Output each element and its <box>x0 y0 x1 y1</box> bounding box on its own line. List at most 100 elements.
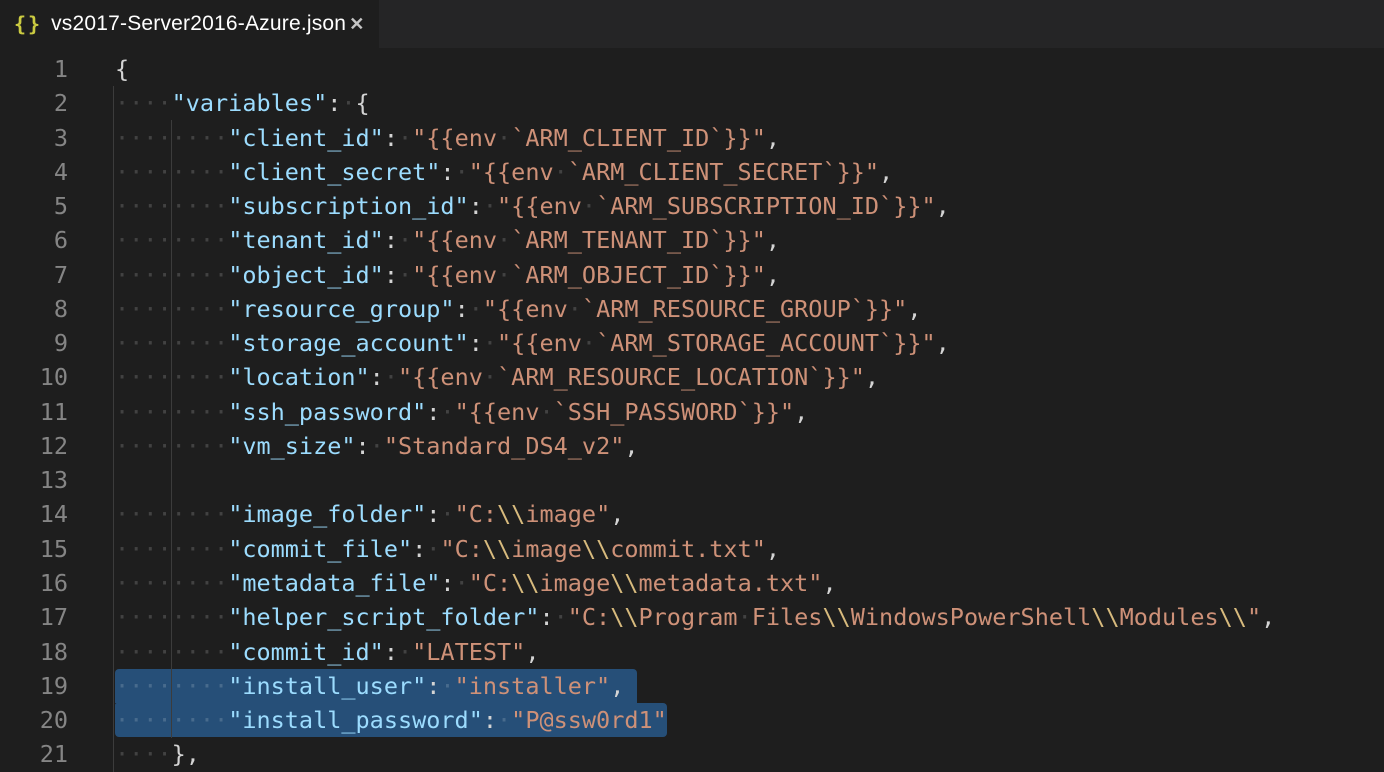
line-number[interactable]: 20 <box>0 703 68 737</box>
whitespace-dots: · <box>426 535 440 563</box>
line-number[interactable]: 18 <box>0 635 68 669</box>
line-number[interactable]: 2 <box>0 86 68 120</box>
whitespace-dots: · <box>341 89 355 117</box>
json-string: "C: <box>455 500 497 528</box>
code-line-4[interactable]: 4 ········"client_secret":·"{{env·`ARM_CL… <box>0 155 1384 189</box>
whitespace-dots: · <box>440 672 454 700</box>
json-string: "C: <box>568 603 610 631</box>
code-text: ········"resource_group":·"{{env·`ARM_RE… <box>115 292 922 326</box>
code-line-9[interactable]: 9········"storage_account":·"{{env·`ARM_… <box>0 326 1384 360</box>
punctuation: , <box>907 295 921 323</box>
line-number[interactable]: 10 <box>0 360 68 394</box>
escape-sequence: \\ <box>497 500 525 528</box>
code-line-20[interactable]: 20 ········"install_password":·"P@ssw0rd1… <box>0 703 1384 737</box>
code-text: { <box>115 52 129 86</box>
code-line-6[interactable]: 6········"tenant_id":·"{{env·`ARM_TENANT… <box>0 223 1384 257</box>
punctuation: : <box>412 535 426 563</box>
json-string: image <box>539 569 610 597</box>
punctuation: : <box>327 89 341 117</box>
whitespace-dots: ········ <box>115 672 228 700</box>
escape-sequence: \\ <box>511 569 539 597</box>
json-key: "metadata_file" <box>228 569 440 597</box>
line-number[interactable]: 3 <box>0 121 68 155</box>
whitespace-dots: · <box>455 569 469 597</box>
code-line-8[interactable]: 8········"resource_group":·"{{env·`ARM_R… <box>0 292 1384 326</box>
line-number[interactable]: 7 <box>0 258 68 292</box>
code-line-11[interactable]: 11········"ssh_password":·"{{env·`SSH_PA… <box>0 395 1384 429</box>
whitespace-dots: · <box>497 706 511 734</box>
json-string: Files <box>752 603 823 631</box>
code-line-21[interactable]: 21····}, <box>0 737 1384 771</box>
whitespace-dots: · <box>582 329 596 357</box>
line-number[interactable]: 9 <box>0 326 68 360</box>
code-text: ········"metadata_file":·"C:\\image\\met… <box>115 566 837 600</box>
json-string: "C: <box>440 535 482 563</box>
code-line-10[interactable]: 10········"location":·"{{env·`ARM_RESOUR… <box>0 360 1384 394</box>
code-line-17[interactable]: 17········"helper_script_folder":·"C:\\P… <box>0 600 1384 634</box>
json-string: "{{env <box>469 158 554 186</box>
code-line-14[interactable]: 14········"image_folder":·"C:\\image", <box>0 497 1384 531</box>
line-number[interactable]: 17 <box>0 600 68 634</box>
code-line-18[interactable]: 18········"commit_id":·"LATEST", <box>0 635 1384 669</box>
json-string: " <box>1247 603 1261 631</box>
line-number[interactable]: 16 <box>0 566 68 600</box>
escape-sequence: \\ <box>822 603 850 631</box>
code-line-3[interactable]: 3········"client_id":·"{{env·`ARM_CLIENT… <box>0 121 1384 155</box>
code-line-5[interactable]: 5········"subscription_id":·"{{env·`ARM_… <box>0 189 1384 223</box>
punctuation: { <box>356 89 370 117</box>
json-key: "ssh_password" <box>228 398 426 426</box>
json-key: "storage_account" <box>228 329 469 357</box>
line-number[interactable]: 1 <box>0 52 68 86</box>
json-string: Program <box>639 603 738 631</box>
whitespace-dots: · <box>398 226 412 254</box>
whitespace-dots: · <box>568 295 582 323</box>
tab-vs2017-server2016-azure-json[interactable]: {} vs2017-Server2016-Azure.json ✕ <box>0 0 379 48</box>
json-string: commit.txt" <box>610 535 766 563</box>
json-string: "{{env <box>412 261 497 289</box>
code-line-12[interactable]: 12 ········"vm_size":·"Standard_DS4_v2", <box>0 429 1384 463</box>
code-text: ········"client_secret":·"{{env·`ARM_CLI… <box>115 155 893 189</box>
code-line-7[interactable]: 7········"object_id":·"{{env·`ARM_OBJECT… <box>0 258 1384 292</box>
code-line-13[interactable]: 13 <box>0 463 1384 497</box>
close-icon[interactable]: ✕ <box>346 12 367 36</box>
json-key: "subscription_id" <box>228 192 469 220</box>
tab-bar: {} vs2017-Server2016-Azure.json ✕ <box>0 0 1384 48</box>
json-string: "installer" <box>455 672 611 700</box>
whitespace-dots: · <box>398 638 412 666</box>
json-key: "helper_script_folder" <box>228 603 539 631</box>
code-line-2[interactable]: 2····"variables":·{ <box>0 86 1384 120</box>
code-text: ········"storage_account":·"{{env·`ARM_S… <box>115 326 950 360</box>
line-number[interactable]: 5 <box>0 189 68 223</box>
selected-code-text: ········"install_password":·"P@ssw0rd1" <box>115 703 667 737</box>
line-number[interactable]: 15 <box>0 532 68 566</box>
line-number[interactable]: 11 <box>0 395 68 429</box>
punctuation: : <box>384 226 398 254</box>
punctuation: : <box>440 158 454 186</box>
editor-pane[interactable]: 1{2····"variables":·{3········"client_id… <box>0 48 1384 772</box>
code-text: ········"vm_size":·"Standard_DS4_v2", <box>115 429 639 463</box>
code-text: ········"commit_file":·"C:\\image\\commi… <box>115 532 780 566</box>
line-number[interactable]: 13 <box>0 463 68 497</box>
code-text: ····"variables":·{ <box>115 86 370 120</box>
line-number[interactable]: 21 <box>0 737 68 771</box>
code-line-19[interactable]: 19········"install_user":·"installer", <box>0 669 1384 703</box>
code-line-15[interactable]: 15 ········"commit_file":·"C:\\image\\com… <box>0 532 1384 566</box>
punctuation: , <box>794 398 808 426</box>
whitespace-dots: ········ <box>115 603 228 631</box>
line-number[interactable]: 14 <box>0 497 68 531</box>
line-number[interactable]: 6 <box>0 223 68 257</box>
punctuation: : <box>356 432 370 460</box>
line-number[interactable]: 19 <box>0 669 68 703</box>
json-key: "variables" <box>172 89 328 117</box>
code-line-16[interactable]: 16········"metadata_file":·"C:\\image\\m… <box>0 566 1384 600</box>
line-number[interactable]: 4 <box>0 155 68 189</box>
punctuation: , <box>766 535 780 563</box>
whitespace-dots: · <box>440 398 454 426</box>
line-number[interactable]: 12 <box>0 429 68 463</box>
whitespace-dots: · <box>469 295 483 323</box>
json-string: "C: <box>469 569 511 597</box>
whitespace-dots: · <box>440 500 454 528</box>
code-line-1[interactable]: 1{ <box>0 52 1384 86</box>
line-number[interactable]: 8 <box>0 292 68 326</box>
json-string: `ARM_SUBSCRIPTION_ID`}}" <box>596 192 936 220</box>
